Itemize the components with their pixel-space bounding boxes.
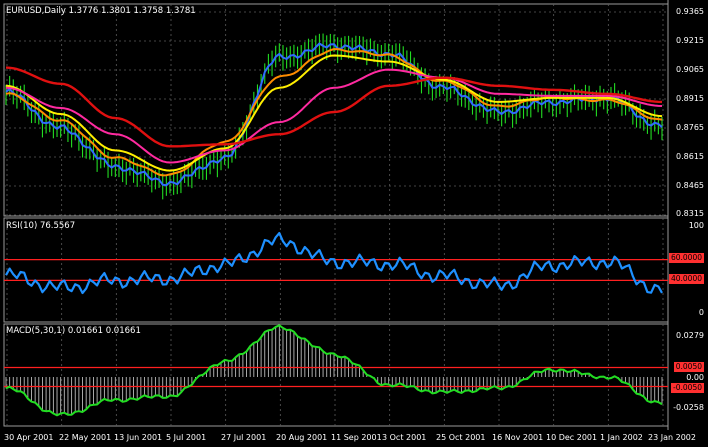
price-y-tick: 0.8615 bbox=[676, 152, 704, 161]
rsi-panel-plot[interactable] bbox=[4, 232, 668, 295]
macd-level-low-tag: -0.0050 bbox=[671, 383, 704, 393]
rsi-level-high-tag: 60.0000 bbox=[668, 253, 704, 263]
price-y-tick: 0.9215 bbox=[676, 36, 704, 45]
x-axis-tick: 22 May 2001 bbox=[59, 433, 112, 442]
rsi-line[interactable] bbox=[5, 232, 663, 295]
grid-lines bbox=[4, 4, 668, 426]
price-panel-plot[interactable] bbox=[5, 33, 663, 200]
rsi-y-tick: 0 bbox=[698, 308, 704, 317]
x-axis-tick: 3 Oct 2001 bbox=[382, 433, 427, 442]
price-y-tick: 0.8315 bbox=[676, 209, 704, 218]
macd-panel-plot[interactable] bbox=[4, 324, 668, 417]
rsi-level-low-tag: 40.0000 bbox=[668, 274, 704, 284]
price-y-tick: 0.8465 bbox=[676, 181, 704, 190]
macd-y-tick: 0.00 bbox=[686, 373, 704, 382]
price-y-tick: 0.9365 bbox=[676, 7, 704, 16]
rsi-y-tick: 100 bbox=[688, 221, 704, 230]
macd-bottom-tick: -0.0258 bbox=[673, 403, 704, 412]
x-axis-tick: 10 Dec 2001 bbox=[546, 433, 598, 442]
macd-panel-title: MACD(5,30,1) 0.01661 0.01661 bbox=[6, 326, 141, 336]
x-axis-tick: 20 Aug 2001 bbox=[276, 433, 328, 442]
x-axis-tick: 13 Jun 2001 bbox=[114, 433, 163, 442]
macd-y-tick: 0.0279 bbox=[676, 331, 704, 340]
panel-frame bbox=[3, 217, 669, 323]
x-axis-tick: 23 Jan 2002 bbox=[648, 433, 696, 442]
x-axis-tick: 1 Jan 2002 bbox=[600, 433, 643, 442]
price-y-tick: 0.9065 bbox=[676, 65, 704, 74]
x-axis-tick: 11 Sep 2001 bbox=[331, 433, 382, 442]
price-y-tick: 0.8915 bbox=[676, 94, 704, 103]
panel-frames bbox=[3, 0, 669, 430]
rsi-panel-title: RSI(10) 76.5567 bbox=[6, 221, 76, 231]
price-panel-title: EURUSD,Daily 1.3776 1.3801 1.3758 1.3781 bbox=[6, 6, 196, 16]
x-axis-tick: 16 Nov 2001 bbox=[492, 433, 544, 442]
x-axis-tick: 27 Jul 2001 bbox=[221, 433, 267, 442]
panel-frame bbox=[3, 323, 669, 427]
x-axis-tick: 30 Apr 2001 bbox=[4, 433, 54, 442]
x-axis-tick: 25 Oct 2001 bbox=[436, 433, 486, 442]
macd-level-high-tag: 0.0050 bbox=[673, 362, 704, 372]
price-y-tick: 0.8765 bbox=[676, 123, 704, 132]
chart-canvas[interactable] bbox=[0, 0, 708, 447]
x-axis-tick: 5 Jul 2001 bbox=[166, 433, 207, 442]
panel-frame bbox=[3, 3, 669, 217]
